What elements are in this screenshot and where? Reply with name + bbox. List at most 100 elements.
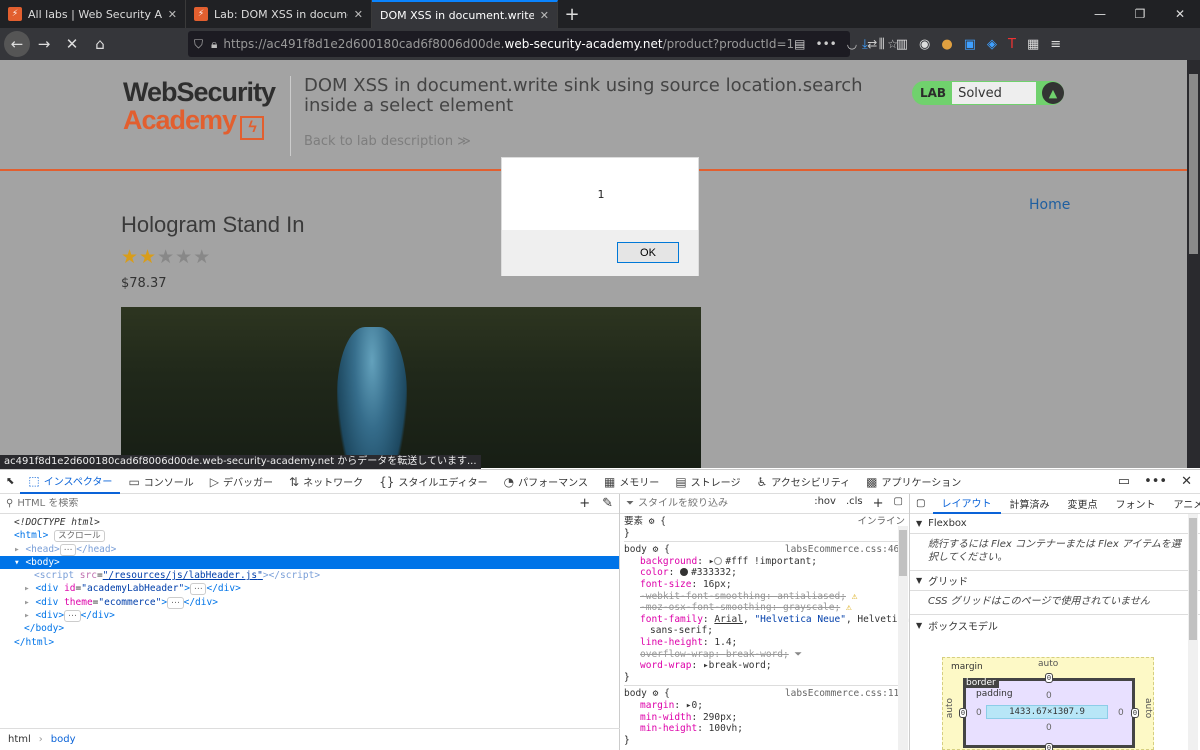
browser-tab-all-labs[interactable]: ⚡ All labs | Web Security Academy ✕ (0, 0, 186, 28)
forward-button[interactable]: → (30, 30, 58, 58)
close-tab-icon[interactable]: ✕ (540, 9, 549, 22)
boxmodel-section-header[interactable]: ▼ ボックスモデル (910, 615, 1200, 635)
tree-node-div-ecommerce[interactable]: ▸ <div theme="ecommerce"> ⋯ </div> (0, 596, 619, 609)
tree-node-doctype[interactable]: <!DOCTYPE html> (0, 516, 619, 529)
url-bar[interactable]: ⛉ 🔒︎ https://ac491f8d1e2d600180cad6f8006… (188, 31, 898, 57)
rule-source-link[interactable]: labsEcommerce.css:111 (785, 688, 905, 700)
script-src-value[interactable]: /resources/js/labHeader.js (108, 570, 257, 581)
devtools-tab-network[interactable]: ⇅ ネットワーク (281, 470, 371, 494)
extension-icon[interactable]: ◈ (987, 37, 997, 52)
extension-icon[interactable]: ▣ (964, 37, 976, 52)
expand-arrow-icon[interactable]: ▸ (24, 597, 35, 608)
tree-node-head[interactable]: ▸ <head> ⋯ </head> (0, 543, 619, 556)
close-window-icon[interactable]: ✕ (1160, 0, 1200, 28)
declaration[interactable]: font-size: 16px; (624, 579, 905, 591)
tab-fonts[interactable]: フォント (1107, 494, 1165, 514)
new-tab-button[interactable]: + (558, 0, 586, 28)
shield-icon[interactable]: ⛉ (194, 37, 203, 52)
devtools-menu-icon[interactable]: ••• (1144, 474, 1167, 489)
devtools-tab-style-editor[interactable]: {} スタイルエディター (371, 470, 496, 494)
warning-icon[interactable]: ⚠ (852, 591, 858, 602)
devtools-tab-storage[interactable]: ▤ ストレージ (667, 470, 748, 494)
margin-left-value[interactable]: auto (945, 698, 955, 718)
scrollbar-thumb[interactable] (1189, 74, 1198, 254)
padding-bottom-value[interactable]: 0 (1046, 723, 1052, 733)
margin-top-value[interactable]: auto (1038, 659, 1058, 669)
declaration[interactable]: min-width: 290px; (624, 712, 905, 724)
breadcrumb-item-body[interactable]: body (51, 734, 76, 745)
border-bottom-value[interactable]: 0 (1045, 743, 1053, 750)
devtools-tab-memory[interactable]: ▦ メモリー (596, 470, 667, 494)
element-picker-icon[interactable]: ⬉ (0, 470, 20, 494)
devtools-tab-accessibility[interactable]: ♿ アクセシビリティ (748, 470, 858, 494)
eyedropper-icon[interactable]: ✎ (602, 496, 613, 511)
browser-tab-lab[interactable]: ⚡ Lab: DOM XSS in document.write ✕ (186, 0, 372, 28)
margin-right-value[interactable]: auto (1143, 698, 1153, 718)
tab-animations[interactable]: アニメーション (1165, 494, 1200, 514)
tab-computed[interactable]: 計算済み (1001, 494, 1059, 514)
declaration[interactable]: overflow-wrap: break-word; ⏷ (624, 649, 905, 661)
expand-arrow-icon[interactable]: ▸ (24, 610, 35, 621)
tree-node-html-close[interactable]: </html> (0, 636, 619, 649)
back-button[interactable]: ← (4, 31, 30, 57)
grid-section-header[interactable]: ▼ グリッド (910, 571, 1200, 591)
declaration[interactable]: background: ▸ #fff !important; (624, 556, 905, 568)
html-search-input[interactable] (17, 498, 218, 509)
expand-arrow-icon[interactable]: ▸ (14, 544, 25, 555)
pocket-icon[interactable]: ◡ (847, 37, 857, 51)
rules-scrollbar[interactable] (898, 526, 908, 750)
close-devtools-icon[interactable]: ✕ (1181, 474, 1192, 489)
lock-icon[interactable]: 🔒︎ (211, 37, 217, 52)
scrollbar-thumb[interactable] (1189, 518, 1197, 640)
declaration[interactable]: color: #333332; (624, 567, 905, 579)
devtools-tab-console[interactable]: ▭ コンソール (120, 470, 201, 494)
declaration[interactable]: -webkit-font-smoothing: antialiased; ⚠ (624, 591, 905, 603)
hover-state-toggle[interactable]: :hov (814, 496, 836, 511)
padding-right-value[interactable]: 0 (1118, 708, 1124, 718)
filter-icon[interactable]: ⏷ (794, 649, 802, 660)
stop-button[interactable]: ✕ (58, 30, 86, 58)
toggle-sidebar-icon[interactable]: ▢ (910, 498, 933, 509)
web-security-academy-logo[interactable]: WebSecurity Academy ϟ (123, 78, 276, 140)
library-icon[interactable]: ⫼ (879, 37, 885, 52)
tree-node-body[interactable]: ▾ <body> (0, 555, 619, 570)
browser-tab-current[interactable]: DOM XSS in document.write sin ✕ (372, 0, 558, 28)
extensions-menu-icon[interactable]: ▦ (1027, 37, 1039, 52)
add-node-icon[interactable]: + (579, 496, 590, 511)
page-actions-icon[interactable]: ••• (816, 37, 837, 51)
restore-icon[interactable]: ❐ (1120, 0, 1160, 28)
page-scrollbar[interactable] (1187, 60, 1200, 468)
scrollbar-thumb[interactable] (899, 530, 907, 576)
tree-node-html[interactable]: <html> スクロール (0, 529, 619, 543)
collapse-arrow-icon[interactable]: ▾ (14, 557, 25, 568)
declaration[interactable]: word-wrap: ▸break-word; (624, 660, 905, 672)
tab-layout[interactable]: レイアウト (933, 494, 1002, 514)
devtools-tab-application[interactable]: ▩ アプリケーション (858, 470, 969, 494)
add-rule-icon[interactable]: + (873, 496, 884, 511)
print-media-icon[interactable]: ▢ (894, 496, 903, 511)
devtools-tab-debugger[interactable]: ▷ デバッガー (202, 470, 281, 494)
extension-icon[interactable]: ● (941, 37, 952, 52)
declaration[interactable]: margin: ▸0; (624, 700, 905, 712)
breadcrumb-item-html[interactable]: html (8, 734, 31, 745)
devtools-tab-performance[interactable]: ◔ パフォーマンス (496, 470, 596, 494)
padding-top-value[interactable]: 0 (1046, 691, 1052, 701)
tree-node-body-close[interactable]: </body> (0, 622, 619, 635)
layout-scrollbar[interactable] (1188, 514, 1198, 750)
close-tab-icon[interactable]: ✕ (168, 8, 177, 21)
download-icon[interactable]: ⤓ (862, 37, 868, 52)
dock-icon[interactable]: ▭ (1118, 474, 1130, 489)
tree-node-div[interactable]: ▸ <div> ⋯ </div> (0, 609, 619, 623)
expand-arrow-icon[interactable]: ▸ (24, 583, 35, 594)
warning-icon[interactable]: ⚠ (846, 602, 852, 613)
declaration[interactable]: font-family: Arial, "Helvetica Neue", He… (624, 614, 909, 626)
declaration[interactable]: min-height: 100vh; (624, 723, 905, 735)
rules-filter-input[interactable] (638, 498, 758, 509)
tree-node-script[interactable]: <script src="/resources/js/labHeader.js"… (0, 569, 619, 582)
gear-icon[interactable]: ⚙ (649, 516, 655, 527)
border-top-value[interactable]: 0 (1045, 673, 1053, 683)
flexbox-section-header[interactable]: ▼ Flexbox (910, 514, 1200, 534)
gear-icon[interactable]: ⚙ (653, 544, 659, 555)
menu-icon[interactable]: ≡ (1050, 37, 1061, 52)
tab-changes[interactable]: 変更点 (1059, 494, 1107, 514)
